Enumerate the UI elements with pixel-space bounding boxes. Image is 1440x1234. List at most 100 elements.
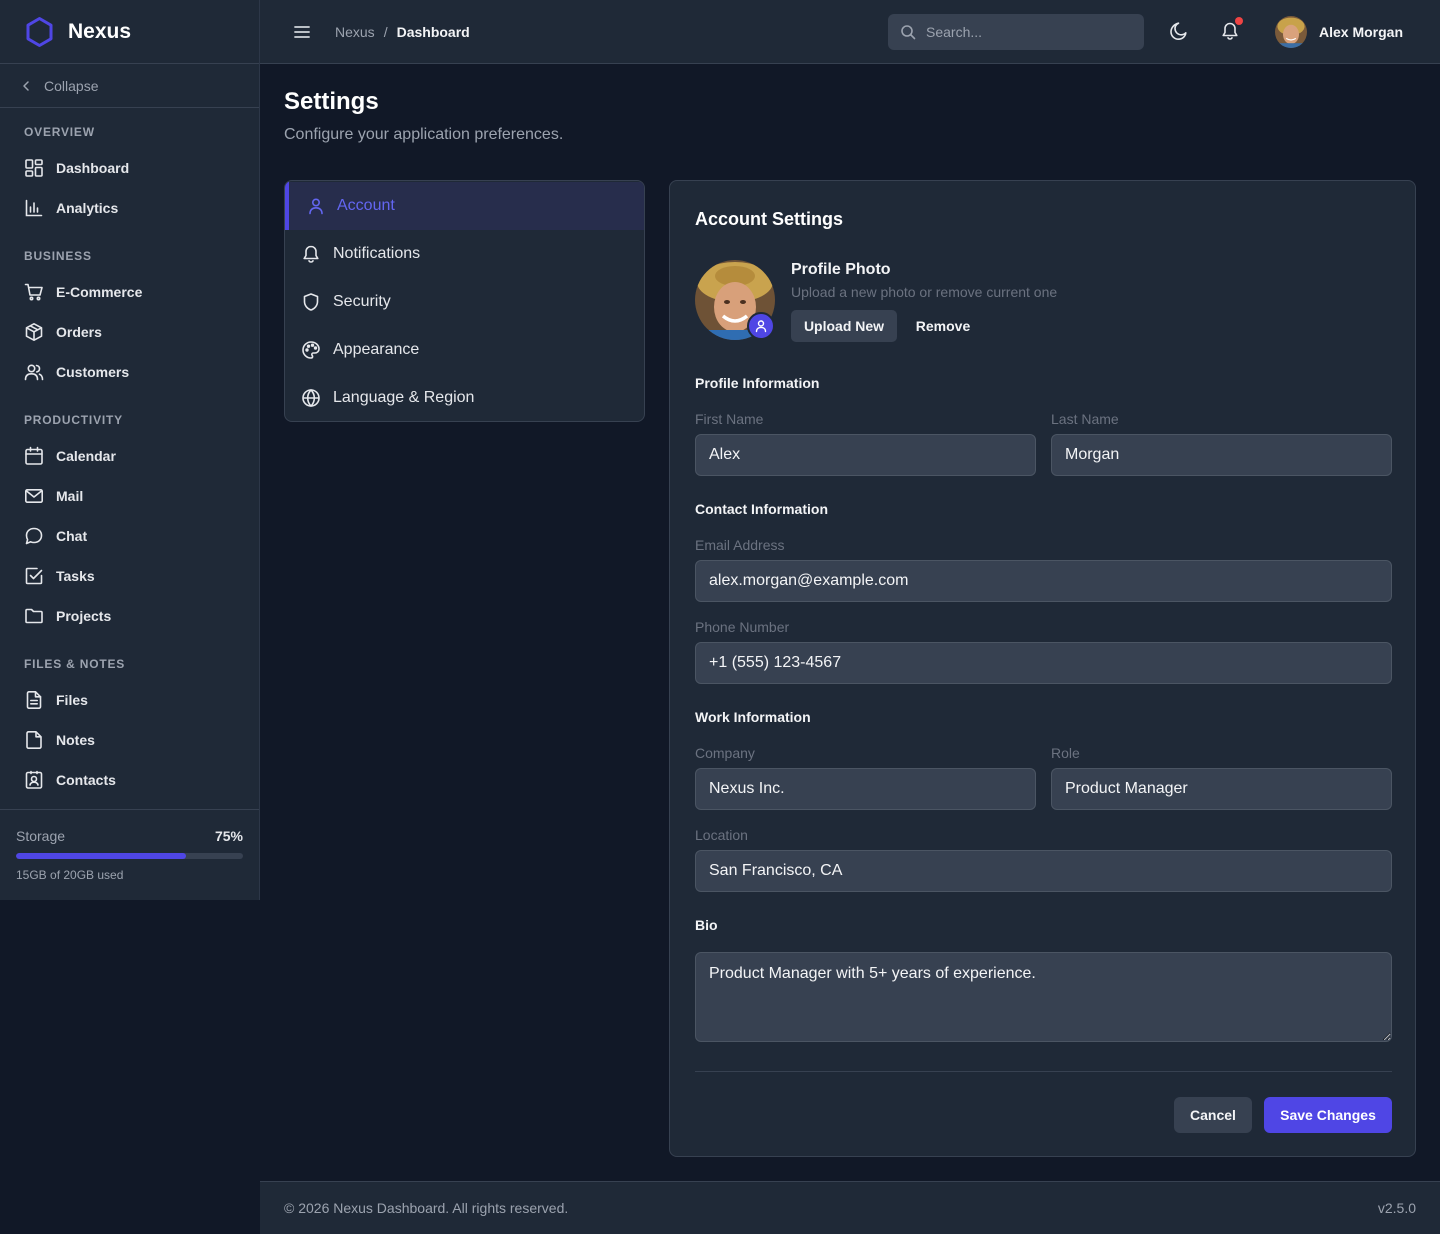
tab-appearance[interactable]: Appearance <box>285 326 644 374</box>
storage-label: Storage <box>16 828 66 844</box>
breadcrumb-separator: / <box>383 23 388 40</box>
sidebar-item-orders[interactable]: Orders <box>0 312 259 352</box>
sidebar-item-label: E-Commerce <box>56 284 143 300</box>
sidebar-item-calendar[interactable]: Calendar <box>0 436 259 476</box>
upload-new-button[interactable]: Upload New <box>791 310 897 342</box>
avatar <box>1275 16 1307 48</box>
last-name-field[interactable] <box>1051 434 1392 476</box>
phone-field[interactable] <box>695 642 1392 684</box>
search-box[interactable] <box>888 14 1144 50</box>
divider <box>695 1071 1392 1072</box>
sidebar: Nexus Collapse OVERVIEW Dashboard Analyt… <box>0 0 260 900</box>
sidebar-item-label: Mail <box>56 488 84 504</box>
chat-icon <box>24 526 56 546</box>
search-input[interactable] <box>926 24 1126 40</box>
email-label: Email Address <box>695 537 785 553</box>
folder-icon <box>24 606 56 626</box>
breadcrumb: Nexus / Dashboard <box>335 24 470 40</box>
tab-notifications[interactable]: Notifications <box>285 230 644 278</box>
user-menu[interactable]: Alex Morgan <box>1275 16 1403 48</box>
palette-icon <box>301 340 333 360</box>
account-settings-panel: Account Settings Profile Photo Upload a … <box>669 180 1416 1157</box>
sidebar-item-label: Contacts <box>56 772 116 788</box>
sidebar-item-customers[interactable]: Customers <box>0 352 259 392</box>
email-field[interactable] <box>695 560 1392 602</box>
tab-language-region[interactable]: Language & Region <box>285 374 644 421</box>
sidebar-item-label: Dashboard <box>56 160 130 176</box>
bar-chart-icon <box>24 198 56 218</box>
page-title: Settings <box>284 88 379 115</box>
sidebar-item-label: Tasks <box>56 568 95 584</box>
role-field[interactable] <box>1051 768 1392 810</box>
notification-dot <box>1235 17 1243 25</box>
sidebar-item-dashboard[interactable]: Dashboard <box>0 148 259 188</box>
remove-photo-button[interactable]: Remove <box>905 310 981 342</box>
sidebar-item-label: Projects <box>56 608 112 624</box>
section-title: OVERVIEW <box>24 125 95 139</box>
mail-icon <box>24 486 56 506</box>
user-icon <box>754 319 768 333</box>
nav-section-overview: OVERVIEW Dashboard Analytics <box>0 116 259 228</box>
file-icon <box>24 690 56 710</box>
tab-label: Appearance <box>333 341 420 358</box>
work-information-heading: Work Information <box>695 709 811 725</box>
grid-icon <box>24 158 56 178</box>
footer-copyright: © 2026 Nexus Dashboard. All rights reser… <box>284 1200 569 1216</box>
save-changes-button[interactable]: Save Changes <box>1264 1097 1392 1133</box>
moon-icon[interactable] <box>1168 21 1188 41</box>
sidebar-item-chat[interactable]: Chat <box>0 516 259 556</box>
collapse-button[interactable]: Collapse <box>0 64 259 108</box>
location-field[interactable] <box>695 850 1392 892</box>
role-label: Role <box>1051 745 1080 761</box>
breadcrumb-current: Dashboard <box>396 23 470 40</box>
section-title: FILES & NOTES <box>24 657 126 671</box>
sidebar-nav: OVERVIEW Dashboard Analytics BUSINESS E-… <box>0 108 259 800</box>
top-header: Nexus / Dashboard Alex Morgan <box>260 0 1440 64</box>
user-name: Alex Morgan <box>1319 24 1404 40</box>
sidebar-item-tasks[interactable]: Tasks <box>0 556 259 596</box>
nav-section-business: BUSINESS E-Commerce Orders Customers <box>0 240 259 392</box>
sidebar-item-e-commerce[interactable]: E-Commerce <box>0 272 259 312</box>
cancel-button[interactable]: Cancel <box>1174 1097 1252 1133</box>
nav-section-productivity: PRODUCTIVITY Calendar Mail Chat Tasks Pr… <box>0 404 259 636</box>
tab-account[interactable]: Account <box>285 182 644 230</box>
profile-photo <box>695 260 775 340</box>
profile-photo-subtitle: Upload a new photo or remove current one <box>791 284 1058 300</box>
check-square-icon <box>24 566 56 586</box>
sidebar-item-label: Analytics <box>56 200 119 216</box>
storage-used-text: 15GB of 20GB used <box>16 868 124 882</box>
tab-security[interactable]: Security <box>285 278 644 326</box>
chevron-left-icon <box>20 80 44 92</box>
user-icon <box>307 197 337 215</box>
sidebar-item-files[interactable]: Files <box>0 680 259 720</box>
sidebar-item-contacts[interactable]: Contacts <box>0 760 259 800</box>
first-name-field[interactable] <box>695 434 1036 476</box>
brand[interactable]: Nexus <box>0 0 259 64</box>
breadcrumb-root[interactable]: Nexus <box>335 24 375 40</box>
tab-label: Security <box>333 293 391 310</box>
users-icon <box>24 362 56 382</box>
cart-icon <box>24 282 56 302</box>
profile-information-heading: Profile Information <box>695 375 820 391</box>
notifications-bell-icon[interactable] <box>1220 17 1243 41</box>
storage-widget: Storage 75% 15GB of 20GB used <box>0 809 259 900</box>
section-title: BUSINESS <box>24 249 92 263</box>
storage-progress-fill <box>16 853 187 859</box>
contact-card-icon <box>24 770 56 790</box>
footer-version: v2.5.0 <box>1377 1200 1416 1216</box>
sidebar-item-analytics[interactable]: Analytics <box>0 188 259 228</box>
change-photo-button[interactable] <box>747 312 775 340</box>
bio-textarea[interactable]: Product Manager with 5+ years of experie… <box>695 952 1392 1042</box>
hamburger-menu-icon[interactable] <box>293 24 311 40</box>
sidebar-item-notes[interactable]: Notes <box>0 720 259 760</box>
sidebar-item-label: Files <box>56 692 88 708</box>
sidebar-item-mail[interactable]: Mail <box>0 476 259 516</box>
box-icon <box>24 322 56 342</box>
contact-information-heading: Contact Information <box>695 501 828 517</box>
sidebar-item-label: Notes <box>56 732 95 748</box>
panel-title: Account Settings <box>695 209 844 229</box>
company-field[interactable] <box>695 768 1036 810</box>
sidebar-item-projects[interactable]: Projects <box>0 596 259 636</box>
nav-section-files-notes: FILES & NOTES Files Notes Contacts <box>0 648 259 800</box>
last-name-label: Last Name <box>1051 411 1119 427</box>
